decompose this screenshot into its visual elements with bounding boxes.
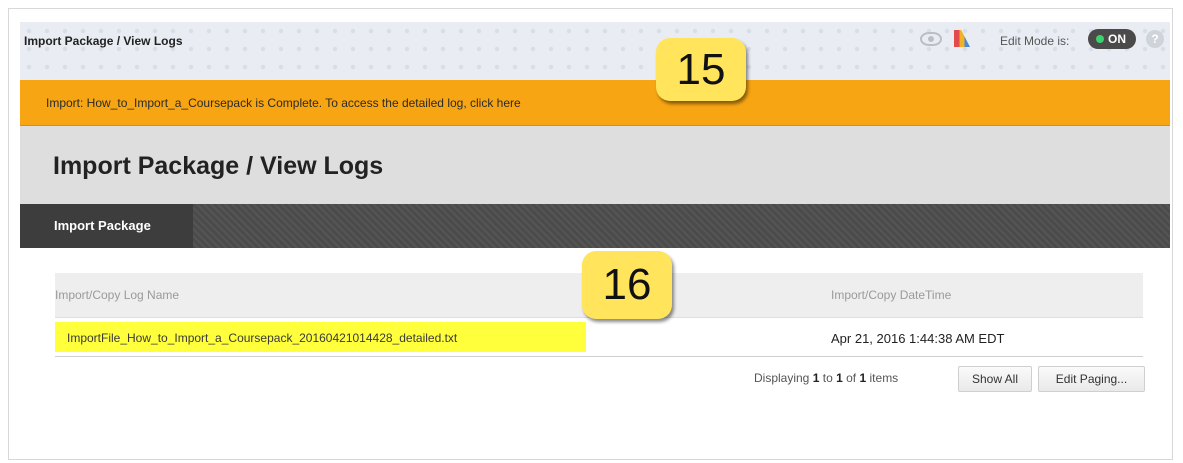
callout-step-16: 16 — [582, 251, 672, 319]
paging-summary: Displaying 1 to 1 of 1 items — [754, 371, 898, 385]
column-header-datetime[interactable]: Import/Copy DateTime — [831, 288, 951, 302]
paging-of-word: of — [846, 371, 857, 385]
status-receipt: Import: How_to_Import_a_Coursepack is Co… — [20, 80, 1170, 126]
import-package-button[interactable]: Import Package — [20, 204, 193, 248]
page-title: Import Package / View Logs — [53, 152, 384, 180]
column-header-log-name[interactable]: Import/Copy Log Name — [55, 288, 179, 302]
edit-mode-toggle[interactable]: ON — [1088, 29, 1136, 49]
paging-prefix: Displaying — [754, 371, 810, 385]
breadcrumb-bar: Import Package / View Logs Edit Mode is:… — [20, 22, 1170, 81]
log-file-link[interactable]: ImportFile_How_to_Import_a_Coursepack_20… — [67, 331, 457, 345]
edit-paging-button[interactable]: Edit Paging... — [1038, 366, 1145, 392]
paging-suffix: items — [869, 371, 899, 385]
table-row: ImportFile_How_to_Import_a_Coursepack_20… — [55, 318, 1143, 357]
paging-total: 1 — [859, 371, 867, 385]
breadcrumb[interactable]: Import Package / View Logs — [24, 34, 183, 48]
help-icon[interactable]: ? — [1146, 30, 1164, 48]
log-datetime: Apr 21, 2016 1:44:38 AM EDT — [831, 331, 1005, 346]
palette-icon[interactable] — [954, 30, 970, 47]
page-header: Import Package / View Logs — [20, 126, 1170, 204]
eye-icon[interactable] — [920, 32, 942, 46]
paging-to-word: to — [822, 371, 833, 385]
toggle-on-indicator-icon — [1096, 35, 1104, 43]
show-all-button[interactable]: Show All — [958, 366, 1032, 392]
receipt-message[interactable]: Import: How_to_Import_a_Coursepack is Co… — [46, 96, 521, 110]
edit-mode-state: ON — [1108, 32, 1126, 46]
paging-from: 1 — [812, 371, 820, 385]
action-bar: Import Package — [20, 204, 1170, 248]
callout-step-15: 15 — [656, 38, 746, 101]
edit-mode-label: Edit Mode is: — [1000, 34, 1070, 48]
paging-to: 1 — [836, 371, 843, 385]
